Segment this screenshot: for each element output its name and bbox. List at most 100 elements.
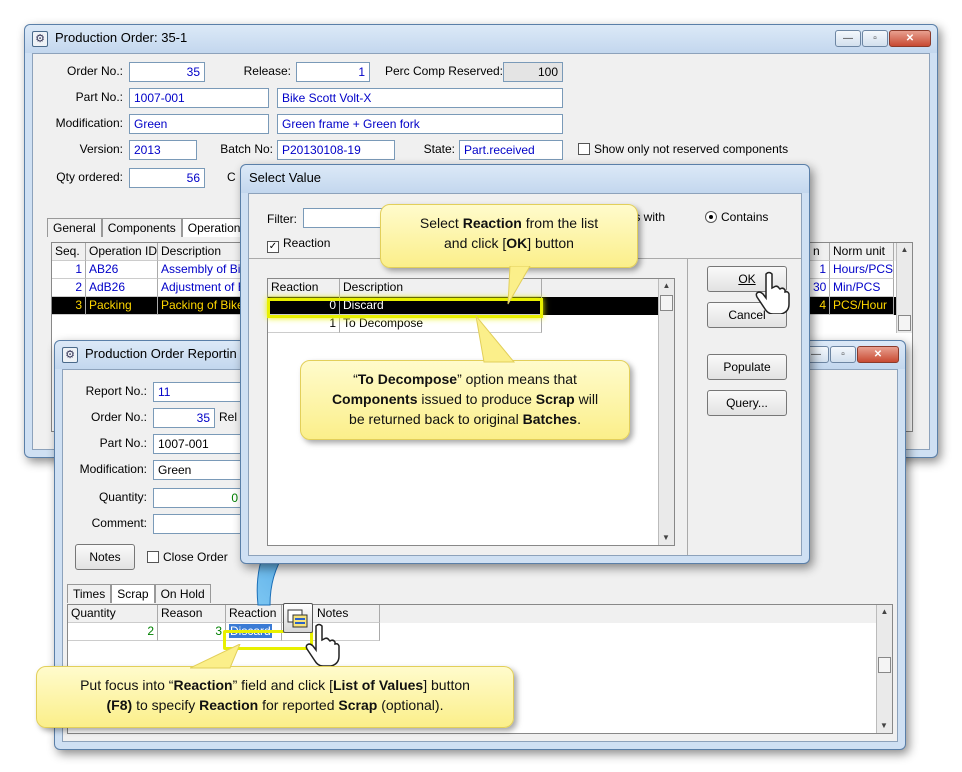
batch-no-field[interactable]: P20130108-19 — [277, 140, 395, 160]
po-window-controls: — ▫ ✕ — [835, 30, 931, 47]
callout-decompose: “To Decompose” option means that Compone… — [300, 360, 630, 440]
version-field[interactable]: 2013 — [129, 140, 197, 160]
col-header-reason[interactable]: Reason — [158, 605, 226, 623]
report-no-field[interactable]: 11 — [153, 382, 243, 402]
value-list-header: Reaction Description — [268, 279, 674, 297]
maximize-icon[interactable]: ▫ — [830, 346, 856, 363]
comment-label: Comment: — [91, 516, 147, 530]
tab-on-hold[interactable]: On Hold — [154, 584, 211, 603]
modification-field[interactable]: Green — [129, 114, 269, 134]
callout-focus-reaction: Put focus into “Reaction” field and clic… — [36, 666, 514, 728]
tab-scrap[interactable]: Scrap — [111, 584, 155, 603]
report-window-controls: — ▫ ✕ — [803, 346, 899, 363]
tab-general[interactable]: General — [47, 218, 102, 237]
query-button[interactable]: Query... — [707, 390, 787, 416]
row-norm-unit: Min/PCS — [830, 279, 894, 297]
callout-text: Select — [419, 215, 463, 231]
row-operation-id: AB26 — [86, 261, 158, 279]
row-norm-unit: PCS/Hour — [830, 297, 894, 315]
col-header-norm[interactable]: n — [810, 243, 830, 261]
col-header-quantity[interactable]: Quantity — [68, 605, 158, 623]
report-modification-label: Modification: — [79, 462, 147, 476]
callout-text: issued to produce — [417, 391, 536, 407]
row-quantity[interactable]: 2 — [68, 623, 158, 641]
callout-text: from the list — [521, 215, 599, 231]
close-order-checkbox[interactable]: Close Order — [147, 550, 228, 564]
table-row-selected[interactable]: 4 PCS/Hour — [810, 297, 894, 315]
report-order-no-label: Order No.: — [90, 410, 147, 424]
report-tabs: Times Scrap On Hold — [67, 584, 211, 603]
scroll-up-icon[interactable]: ▲ — [659, 279, 674, 293]
callout-pointer — [190, 644, 241, 669]
checkbox-check-icon[interactable]: ✓ — [267, 241, 279, 253]
operations-scrollbar[interactable]: ▲ — [896, 243, 912, 333]
col-header-reaction[interactable]: Reaction — [268, 279, 340, 297]
value-list-scrollbar[interactable]: ▲ ▼ — [658, 279, 674, 545]
scrap-scrollbar[interactable]: ▲ ▼ — [876, 605, 892, 733]
close-icon[interactable]: ✕ — [889, 30, 931, 47]
callout-text: ] button — [423, 677, 470, 693]
scroll-thumb[interactable] — [878, 657, 891, 673]
callout-bold: Batches — [522, 411, 578, 427]
callout-text: for reported — [258, 697, 339, 713]
state-label: State: — [423, 142, 455, 156]
report-part-no-field[interactable]: 1007-001 — [153, 434, 243, 454]
close-order-label: Close Order — [163, 550, 228, 564]
scroll-thumb[interactable] — [660, 295, 673, 311]
scrap-header-row: Quantity Reason Reaction Notes — [68, 605, 892, 623]
callout-bold: Reaction — [462, 215, 522, 231]
perc-comp-label: Perc Comp Reserved: — [384, 64, 503, 78]
callout-text: (optional). — [377, 697, 444, 713]
populate-button[interactable]: Populate — [707, 354, 787, 380]
table-row[interactable]: 1 Hours/PCS — [810, 261, 894, 279]
scroll-up-icon[interactable]: ▲ — [877, 605, 892, 619]
tab-times[interactable]: Times — [67, 584, 112, 603]
scroll-thumb[interactable] — [898, 315, 911, 331]
batch-no-label: Batch No: — [220, 142, 273, 156]
minimize-icon[interactable]: — — [835, 30, 861, 47]
callout-text: ] button — [527, 235, 574, 251]
table-row[interactable]: 2 3 Discard — [68, 623, 892, 641]
close-icon[interactable]: ✕ — [857, 346, 899, 363]
norm-columns: n Norm unit 1 Hours/PCS 30 Min/PCS 4 PCS… — [810, 243, 894, 315]
qty-ordered-field[interactable]: 56 — [129, 168, 205, 188]
row-seq: 1 — [52, 261, 86, 279]
contains-radio[interactable] — [705, 211, 717, 223]
part-no-label: Part No.: — [75, 90, 123, 104]
row-norm-unit: Hours/PCS — [830, 261, 894, 279]
callout-bold: Scrap — [535, 391, 575, 407]
po-titlebar: ⚙ Production Order: 35-1 — ▫ ✕ — [25, 25, 937, 53]
notes-button[interactable]: Notes — [75, 544, 135, 570]
release-field[interactable]: 1 — [296, 62, 370, 82]
order-no-field[interactable]: 35 — [129, 62, 205, 82]
callout-select-reaction: Select Reaction from the list and click … — [380, 204, 638, 268]
callout-bold: Scrap — [338, 697, 378, 713]
callout-bold: List of Values — [332, 677, 424, 693]
reaction-checkbox[interactable]: ✓ Reaction — [267, 236, 330, 253]
qty-ordered-label: Qty ordered: — [56, 170, 123, 184]
report-part-no-label: Part No.: — [99, 436, 147, 450]
report-window-title: Production Order Reportin — [85, 346, 237, 361]
scroll-down-icon[interactable]: ▼ — [877, 719, 891, 733]
col-header-seq[interactable]: Seq. — [52, 243, 86, 261]
contains-option[interactable]: Contains — [705, 210, 768, 224]
col-header-norm-unit[interactable]: Norm unit — [830, 243, 894, 261]
callout-bold: Components — [331, 391, 418, 407]
table-row[interactable]: 30 Min/PCS — [810, 279, 894, 297]
row-seq: 3 — [52, 297, 86, 315]
row-reason[interactable]: 3 — [158, 623, 226, 641]
report-order-no-field[interactable]: 35 — [153, 408, 215, 428]
scroll-up-icon[interactable]: ▲ — [897, 243, 912, 257]
part-no-field[interactable]: 1007-001 — [129, 88, 269, 108]
po-window-title: Production Order: 35-1 — [55, 30, 188, 45]
callout-text: be returned back to original — [349, 411, 523, 427]
col-header-operation-id[interactable]: Operation ID — [86, 243, 158, 261]
maximize-icon[interactable]: ▫ — [862, 30, 888, 47]
callout-text: . — [577, 411, 581, 427]
tab-components[interactable]: Components — [101, 218, 182, 237]
checkbox-box[interactable] — [147, 551, 159, 563]
scroll-down-icon[interactable]: ▼ — [659, 531, 673, 545]
checkbox-box[interactable] — [578, 143, 590, 155]
reaction-check-label: Reaction — [283, 236, 331, 250]
show-not-reserved-checkbox[interactable]: Show only not reserved components — [578, 142, 788, 156]
